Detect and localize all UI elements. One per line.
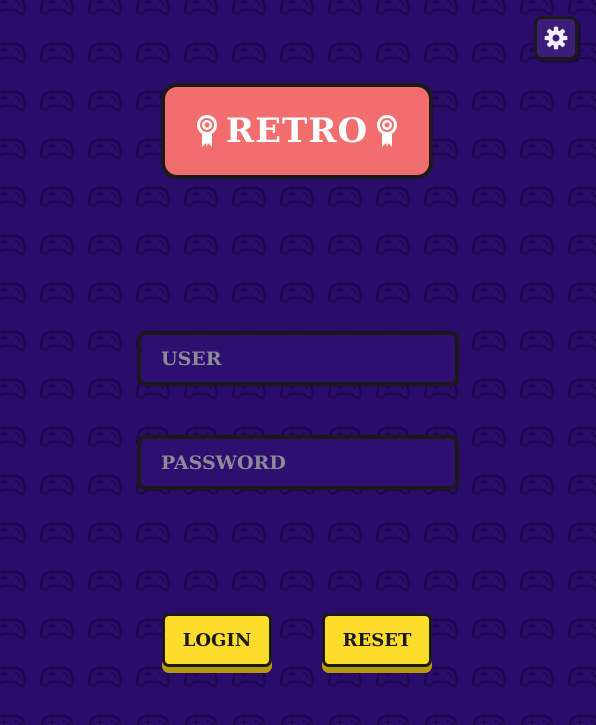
settings-button[interactable]	[534, 16, 578, 60]
app-title: RETRO	[225, 111, 369, 151]
app-logo: RETRO	[161, 83, 433, 179]
gear-icon	[544, 26, 568, 50]
username-input[interactable]	[141, 335, 455, 382]
ribbon-badge-icon	[196, 115, 217, 147]
password-input[interactable]	[141, 439, 455, 486]
login-button[interactable]: LOGIN	[162, 613, 272, 667]
reset-button[interactable]: RESET	[322, 613, 432, 667]
password-field-frame	[137, 435, 459, 490]
ribbon-badge-icon	[377, 115, 398, 147]
username-field-frame	[137, 331, 459, 386]
